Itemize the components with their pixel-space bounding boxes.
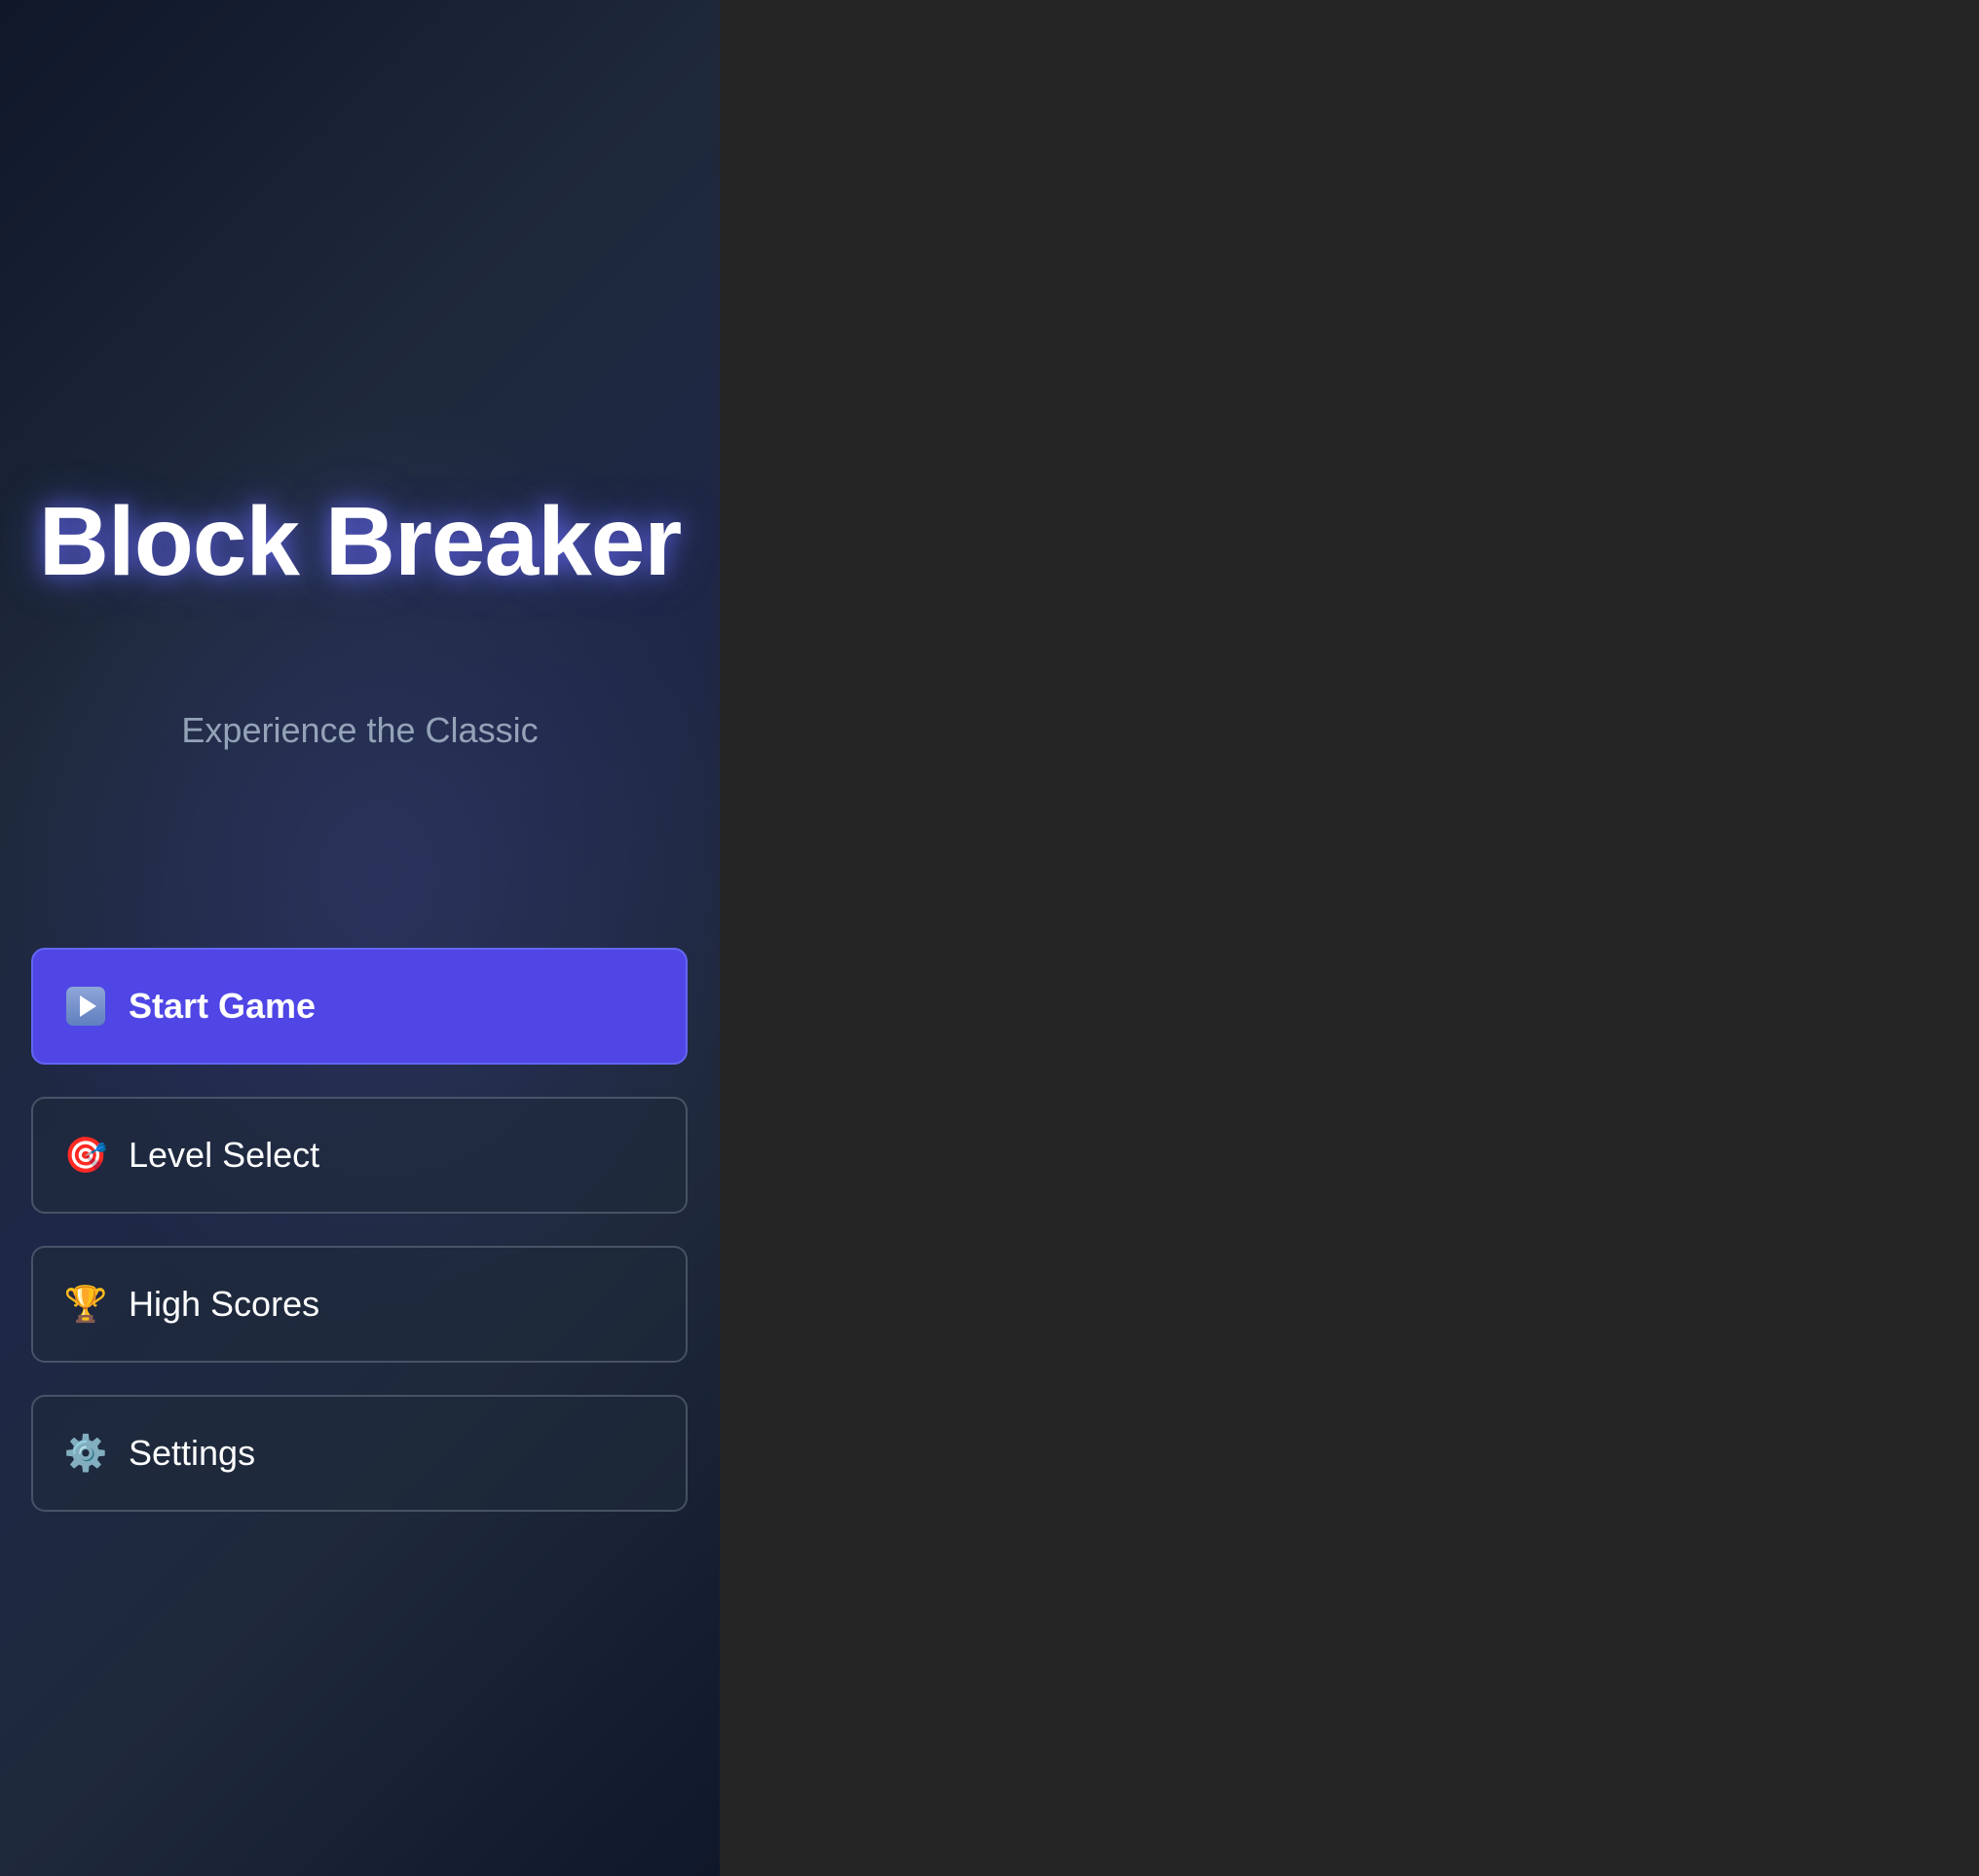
level-select-button[interactable]: 🎯 Level Select	[31, 1097, 688, 1214]
menu-list: Start Game 🎯 Level Select 🏆 High Scores …	[31, 948, 688, 1544]
level-select-label: Level Select	[129, 1135, 320, 1175]
main-menu-panel: Block Breaker Experience the Classic Sta…	[0, 0, 720, 1876]
game-canvas-area[interactable]	[720, 0, 1979, 1876]
start-game-label: Start Game	[129, 986, 317, 1026]
play-icon	[64, 985, 107, 1028]
settings-label: Settings	[129, 1433, 256, 1473]
start-game-button[interactable]: Start Game	[31, 948, 688, 1065]
gear-icon: ⚙️	[63, 1433, 108, 1473]
settings-button[interactable]: ⚙️ Settings	[31, 1395, 688, 1512]
app-window: Block Breaker Experience the Classic Sta…	[0, 0, 1979, 1876]
high-scores-button[interactable]: 🏆 High Scores	[31, 1246, 688, 1363]
target-icon: 🎯	[63, 1135, 108, 1175]
play-icon-shape	[66, 987, 105, 1026]
game-subtitle: Experience the Classic	[181, 710, 539, 750]
high-scores-label: High Scores	[129, 1284, 320, 1324]
game-title: Block Breaker	[38, 487, 683, 596]
trophy-icon: 🏆	[63, 1284, 108, 1324]
